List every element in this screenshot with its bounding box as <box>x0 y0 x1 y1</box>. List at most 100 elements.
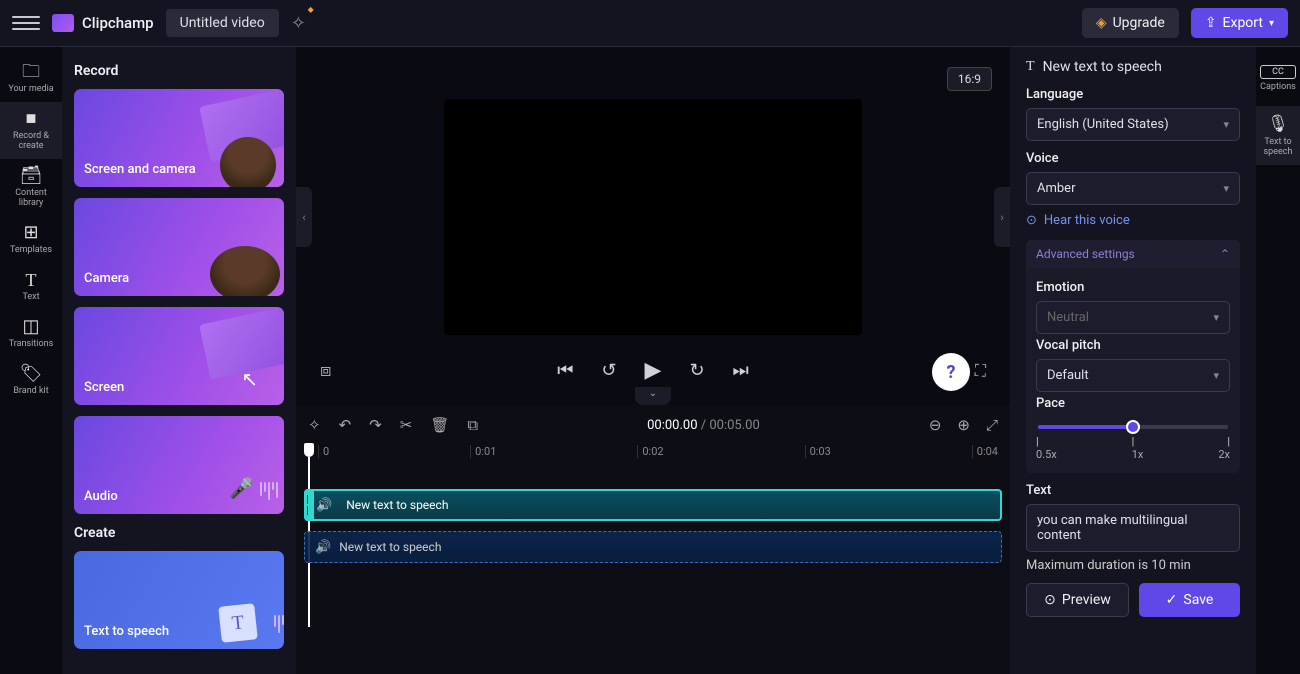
text-icon: T <box>26 271 37 289</box>
connectivity-icon[interactable]: ✧ <box>291 13 306 34</box>
mic-icon: 🎙 <box>1258 114 1298 134</box>
card-camera[interactable]: Camera <box>74 198 284 296</box>
clip-tts[interactable]: 🔊 New text to speech <box>304 531 1002 563</box>
check-icon: ✓ <box>1166 592 1178 608</box>
tab-content-library[interactable]: 🗃 Content library <box>0 159 62 216</box>
emotion-select[interactable]: Neutral ▾ <box>1036 301 1230 334</box>
text-tile-icon: T <box>218 603 258 643</box>
card-audio[interactable]: 🎤 Audio <box>74 416 284 514</box>
chevron-down-icon: ▾ <box>1213 311 1219 324</box>
tab-label: Content library <box>2 188 60 208</box>
dock-text-to-speech[interactable]: 🎙 Text to speech <box>1256 106 1300 165</box>
card-label: Screen <box>84 380 124 395</box>
speaker-icon: 🔊 <box>316 498 332 513</box>
rewind-icon[interactable]: ↺ <box>601 360 616 381</box>
card-screen[interactable]: ↖ Screen <box>74 307 284 405</box>
playback-controls: ⧈ ⏮ ↺ ▶ ↻ ⏭ ⛶ <box>296 350 1010 391</box>
clip-label: New text to speech <box>339 540 441 554</box>
topbar: Clipchamp Untitled video ✧ ◈ Upgrade ⇪ E… <box>0 0 1300 47</box>
voice-value: Amber <box>1037 181 1075 196</box>
project-title-input[interactable]: Untitled video <box>166 9 279 37</box>
tab-record-create[interactable]: ■ Record & create <box>0 102 62 159</box>
tab-label: Transitions <box>9 339 54 349</box>
dock-captions[interactable]: CC Captions <box>1258 57 1298 100</box>
max-duration-note: Maximum duration is 10 min <box>1026 558 1240 573</box>
advanced-settings-toggle[interactable]: Advanced settings ⌃ <box>1026 240 1240 268</box>
menu-icon[interactable] <box>12 9 40 37</box>
tts-panel: T New text to speech Language English (U… <box>1010 47 1256 674</box>
hear-voice-link[interactable]: ⊙ Hear this voice <box>1026 213 1240 228</box>
upgrade-button[interactable]: ◈ Upgrade <box>1082 8 1179 38</box>
play-button[interactable]: ▶ <box>645 358 662 383</box>
delete-icon[interactable]: 🗑 <box>430 416 449 434</box>
emotion-value: Neutral <box>1047 310 1089 325</box>
card-label: Audio <box>84 489 118 504</box>
split-icon[interactable]: ✂ <box>400 416 413 434</box>
voice-label: Voice <box>1026 151 1240 166</box>
redo-icon[interactable]: ↷ <box>369 416 382 434</box>
microphone-icon: 🎤 <box>229 476 254 500</box>
upload-icon: ⇪ <box>1205 15 1217 31</box>
card-text-to-speech[interactable]: T Text to speech <box>74 551 284 649</box>
magic-icon[interactable]: ✧ <box>308 416 321 434</box>
fullscreen-icon[interactable]: ⛶ <box>975 361 986 381</box>
card-label: Text to speech <box>84 624 169 639</box>
tab-brand-kit[interactable]: 🏷Brand kit <box>0 357 62 404</box>
tag-icon: 🏷 <box>20 365 43 383</box>
center-area: ‹ 16:9 ⧈ ⏮ ↺ ▶ ↻ ⏭ ⛶ ? › ⌄ ✧ ↶ ↷ ✂ 🗑 <box>296 47 1010 674</box>
slider-thumb[interactable] <box>1126 420 1140 434</box>
tab-transitions[interactable]: ◫Transitions <box>0 310 62 357</box>
language-select[interactable]: English (United States) ▾ <box>1026 108 1240 141</box>
undo-icon[interactable]: ↶ <box>339 416 352 434</box>
timeline-ruler[interactable]: 0 0:01 0:02 0:03 0:04 <box>296 445 1010 471</box>
video-preview[interactable] <box>444 99 862 335</box>
camera-icon: ■ <box>26 110 37 128</box>
duplicate-icon[interactable]: ⧉ <box>467 416 478 434</box>
preview-button[interactable]: ⊙ Preview <box>1026 583 1129 617</box>
preview-label: Preview <box>1062 592 1111 608</box>
skip-forward-icon[interactable]: ⏭ <box>733 360 749 381</box>
tab-label: Your media <box>8 84 53 94</box>
zoom-out-icon[interactable]: ⊖ <box>929 416 942 434</box>
aspect-ratio-button[interactable]: 16:9 <box>947 67 992 91</box>
brand-name: Clipchamp <box>82 14 154 32</box>
save-button[interactable]: ✓ Save <box>1139 583 1240 617</box>
panel-collapse-right[interactable]: › <box>994 187 1010 247</box>
dock-label: Captions <box>1260 82 1296 92</box>
diamond-icon: ◈ <box>1096 15 1107 31</box>
speaker-icon: 🔊 <box>315 540 331 555</box>
tts-text-input[interactable]: you can make multilingual content <box>1026 504 1240 552</box>
clip-tts-selected[interactable]: 🔊 New text to speech <box>304 489 1002 521</box>
closed-captions-icon[interactable]: ⧈ <box>320 360 331 381</box>
pitch-select[interactable]: Default ▾ <box>1036 359 1230 392</box>
zoom-in-icon[interactable]: ⊕ <box>957 416 970 434</box>
card-screen-and-camera[interactable]: Screen and camera <box>74 89 284 187</box>
chevron-down-icon: ▾ <box>1269 18 1274 29</box>
tab-text[interactable]: TText <box>0 263 62 310</box>
tab-your-media[interactable]: 🗀Your media <box>0 55 62 102</box>
time-duration: 00:05.00 <box>709 418 759 433</box>
fit-timeline-icon[interactable]: ⤢ <box>986 416 998 434</box>
pace-slider[interactable] <box>1038 425 1228 429</box>
skip-back-icon[interactable]: ⏮ <box>557 360 573 381</box>
tick: 0 <box>318 445 329 458</box>
help-button[interactable]: ? <box>932 353 970 391</box>
tab-templates[interactable]: ⊞Templates <box>0 216 62 263</box>
emotion-label: Emotion <box>1036 280 1230 295</box>
export-button[interactable]: ⇪ Export ▾ <box>1191 8 1288 38</box>
clipchamp-logo-icon <box>52 14 74 32</box>
export-label: Export <box>1223 15 1263 31</box>
panel-title-text: New text to speech <box>1043 59 1162 75</box>
panel-collapse-left[interactable]: ‹ <box>296 187 312 247</box>
tracks: 🔊 New text to speech 🔊 New text to speec… <box>296 471 1010 581</box>
left-iconbar: 🗀Your media ■ Record & create 🗃 Content li… <box>0 47 62 674</box>
pace-max: 2x <box>1218 448 1230 461</box>
panel-title: T New text to speech <box>1026 59 1240 75</box>
text-icon: T <box>1026 59 1035 75</box>
timeline: ✧ ↶ ↷ ✂ 🗑 ⧉ 00:00.00 / 00:05.00 ⊖ ⊕ ⤢ <box>296 405 1010 674</box>
forward-icon[interactable]: ↻ <box>689 360 704 381</box>
tab-label: Record & create <box>2 131 60 151</box>
clip-label: New text to speech <box>346 498 448 512</box>
voice-select[interactable]: Amber ▾ <box>1026 172 1240 205</box>
library-icon: 🗃 <box>20 167 43 185</box>
